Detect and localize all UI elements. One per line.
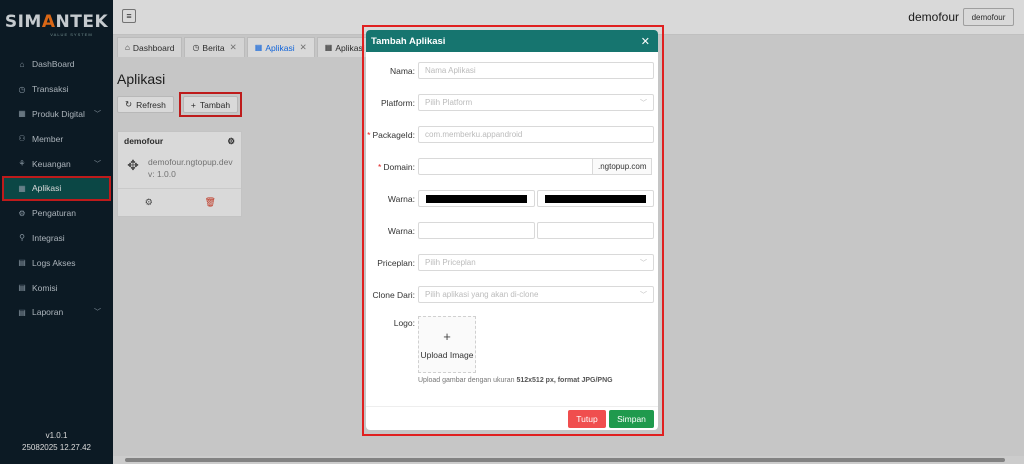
packageid-label: PackageId: bbox=[372, 129, 415, 140]
warna2-label: Warna: bbox=[387, 225, 415, 236]
nama-input[interactable]: Nama Aplikasi bbox=[418, 62, 654, 79]
platform-row: Platform: Pilih Platform ﹀ bbox=[366, 94, 658, 111]
logo-label: Logo: bbox=[393, 318, 415, 328]
platform-select[interactable]: Pilih Platform ﹀ bbox=[418, 94, 654, 111]
upload-hint: Upload gambar dengan ukuran 512x512 px, … bbox=[418, 377, 613, 384]
domain-row: * Domain: .ngtopup.com bbox=[366, 158, 658, 175]
packageid-input[interactable]: com.memberku.appandroid bbox=[418, 126, 654, 143]
warna1-label: Warna: bbox=[387, 193, 415, 204]
nama-row: Nama: Nama Aplikasi bbox=[366, 62, 658, 79]
chevron-down-icon: ﹀ bbox=[640, 291, 647, 299]
color-swatch-2 bbox=[545, 194, 646, 203]
domain-label: Domain: bbox=[383, 161, 415, 172]
modal-title: Tambah Aplikasi bbox=[371, 35, 446, 47]
upload-image-button[interactable]: + Upload Image bbox=[418, 316, 476, 373]
clone-row: Clone Dari: Pilih aplikasi yang akan di-… bbox=[366, 286, 658, 303]
platform-label: Platform: bbox=[380, 97, 415, 108]
priceplan-label: Priceplan: bbox=[377, 257, 415, 268]
simpan-button[interactable]: Simpan bbox=[609, 409, 654, 428]
color-picker-1[interactable] bbox=[418, 190, 535, 207]
color-swatch-1 bbox=[426, 194, 527, 203]
tutup-button[interactable]: Tutup bbox=[568, 409, 606, 428]
domain-input[interactable] bbox=[418, 158, 593, 175]
modal-footer: Tutup Simpan bbox=[366, 406, 658, 430]
clone-select[interactable]: Pilih aplikasi yang akan di-clone ﹀ bbox=[418, 286, 654, 303]
chevron-down-icon: ﹀ bbox=[640, 99, 647, 107]
upload-label: Upload Image bbox=[420, 350, 474, 360]
warna2-row: Warna: bbox=[366, 222, 658, 239]
nama-label: Nama: bbox=[389, 65, 415, 76]
color-picker-3[interactable] bbox=[418, 222, 535, 239]
packageid-row: * PackageId: com.memberku.appandroid bbox=[366, 126, 658, 143]
clone-label: Clone Dari: bbox=[372, 289, 415, 300]
color-picker-2[interactable] bbox=[537, 190, 654, 207]
plus-icon: + bbox=[443, 329, 451, 344]
warna1-row: Warna: bbox=[366, 190, 658, 207]
color-picker-4[interactable] bbox=[537, 222, 654, 239]
priceplan-select[interactable]: Pilih Priceplan ﹀ bbox=[418, 254, 654, 271]
domain-suffix: .ngtopup.com bbox=[593, 158, 653, 175]
close-icon[interactable]: ✕ bbox=[641, 35, 650, 48]
priceplan-row: Priceplan: Pilih Priceplan ﹀ bbox=[366, 254, 658, 271]
logo-row: Logo: bbox=[366, 318, 658, 328]
chevron-down-icon: ﹀ bbox=[640, 259, 647, 267]
tambah-aplikasi-modal: Tambah Aplikasi ✕ Nama: Nama Aplikasi Pl… bbox=[366, 30, 658, 430]
